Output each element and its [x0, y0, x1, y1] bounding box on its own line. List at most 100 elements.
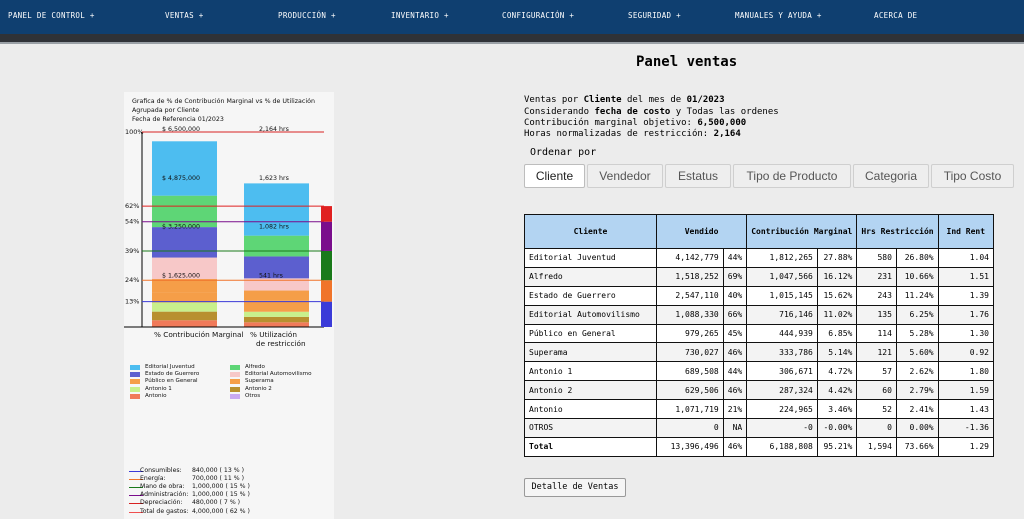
- side-band: [321, 280, 332, 302]
- top-navigation: PANEL DE CONTROL + VENTAS + PRODUCCIÓN +…: [0, 0, 1024, 34]
- legend-swatch: [130, 393, 140, 399]
- cell-ind-rent: 1.43: [937, 399, 995, 420]
- nav-panel-de-control[interactable]: PANEL DE CONTROL +: [8, 11, 95, 20]
- table-row[interactable]: Estado de Guerrero 2,547,110 40% 1,015,145 1…: [524, 285, 995, 306]
- bar1-annotation: $ 4,875,000: [162, 175, 200, 182]
- bar-segment: [244, 316, 309, 323]
- expense-legend-label: Depreciación:: [140, 499, 183, 507]
- header-contribucion-marginal[interactable]: Contribución Marginal: [746, 214, 858, 249]
- bar-segment: [152, 302, 217, 312]
- cell-contribucion: 1,812,265: [746, 248, 818, 268]
- table-row[interactable]: Público en General 979,265 45% 444,939 6.85%…: [524, 323, 995, 344]
- bar-segment: [152, 227, 217, 258]
- tab-cliente[interactable]: Cliente: [524, 164, 585, 188]
- cell-vendido: 689,508: [655, 361, 724, 382]
- header-cliente[interactable]: Cliente: [524, 214, 657, 249]
- legend-label: Otros: [245, 392, 261, 399]
- tab-tipo-de-producto[interactable]: Tipo de Producto: [733, 164, 851, 188]
- category-label: % Contribución Marginal: [154, 330, 243, 339]
- y-tick-label: 62%: [125, 202, 139, 210]
- tab-estatus[interactable]: Estatus: [665, 164, 731, 188]
- bar-segment: [152, 311, 217, 321]
- cell-vendido: 1,071,719: [655, 399, 724, 420]
- table-row[interactable]: Editorial Automovilismo 1,088,330 66% 716,1…: [524, 304, 995, 325]
- table-row[interactable]: Antonio 2 629,506 46% 287,324 4.42% 60 2.79% 1.…: [524, 380, 995, 401]
- cell-contribucion-pct: 3.46%: [816, 399, 858, 420]
- table-row[interactable]: OTROS 0 NA -0 -0.00% 0 0.00% -1.36: [524, 418, 995, 438]
- nav-inventario[interactable]: INVENTARIO +: [391, 11, 449, 20]
- nav-ventas[interactable]: VENTAS +: [165, 11, 204, 20]
- nav-configuracion[interactable]: CONFIGURACIÓN +: [502, 11, 574, 20]
- cell-cliente: Alfredo: [524, 266, 657, 287]
- detalle-de-ventas-button[interactable]: Detalle de Ventas: [524, 478, 626, 497]
- table-row[interactable]: Antonio 1,071,719 21% 224,965 3.46% 52 2.41% 1.…: [524, 399, 995, 420]
- cell-cliente: Editorial Automovilismo: [524, 304, 657, 325]
- cell-contribucion: -0: [746, 418, 818, 438]
- bar-segment: [244, 290, 309, 301]
- cell-hrs-pct: 26.80%: [895, 248, 939, 268]
- cell-hrs-pct: 2.79%: [895, 380, 939, 401]
- tab-tipo-costo[interactable]: Tipo Costo: [931, 164, 1014, 188]
- cell-vendido-pct: 69%: [722, 266, 748, 287]
- table-row[interactable]: Editorial Juventud 4,142,779 44% 1,812,265 2…: [524, 248, 995, 268]
- cell-hrs-pct: 5.60%: [895, 342, 939, 363]
- cell-hrs-pct: 2.62%: [895, 361, 939, 382]
- legend-swatch: [230, 365, 240, 370]
- legend-label: Editorial Juventud: [145, 364, 195, 370]
- nav-acerca-de[interactable]: ACERCA DE: [874, 11, 917, 20]
- cell-contribucion: 1,015,145: [746, 285, 818, 306]
- y-tick-label: 39%: [125, 247, 139, 255]
- tab-vendedor[interactable]: Vendedor: [587, 164, 663, 188]
- header-hrs-restriccion[interactable]: Hrs Restricción: [856, 214, 939, 249]
- bar1-annotation: $ 1,625,000: [162, 272, 200, 279]
- cell-hrs: 243: [856, 285, 897, 306]
- cell-contribucion-pct: 4.42%: [816, 380, 858, 401]
- cell-hrs: 60: [856, 380, 897, 401]
- nav-produccion[interactable]: PRODUCCIÓN +: [278, 11, 336, 20]
- cell-vendido: 0: [655, 418, 724, 438]
- header-vendido[interactable]: Vendido: [655, 214, 748, 249]
- legend-label: Público en General: [145, 378, 198, 385]
- cell-hrs: 121: [856, 342, 897, 363]
- expense-legend-label: Total de gastos:: [140, 507, 189, 515]
- expense-legend-label: Energía:: [140, 475, 166, 483]
- nav-manuales-ayuda[interactable]: MANUALES Y AYUDA +: [735, 11, 822, 20]
- header-ind-rent[interactable]: Ind Rent: [937, 214, 995, 249]
- cell-hrs: 0: [856, 418, 897, 438]
- cell-contribucion: 1,047,566: [746, 266, 818, 287]
- table-header-row: Cliente Vendido Contribución Marginal Hr…: [524, 214, 995, 249]
- cell-vendido: 1,088,330: [655, 304, 724, 325]
- cell-contribucion: 6,188,808: [746, 436, 818, 457]
- cell-contribucion-pct: 4.72%: [816, 361, 858, 382]
- bar2-annotation: 1,623 hrs: [259, 175, 289, 182]
- cell-hrs: 114: [856, 323, 897, 344]
- expense-legend-value: 1,000,000 ( 15 % ): [192, 483, 250, 491]
- cell-vendido-pct: 44%: [722, 248, 748, 268]
- cell-vendido-pct: 46%: [722, 380, 748, 401]
- tab-categoria[interactable]: Categoria: [853, 164, 929, 188]
- header-divider: [0, 34, 1024, 42]
- y-tick-label: 100%: [125, 128, 144, 136]
- cell-ind-rent: 1.76: [937, 304, 995, 325]
- table-row[interactable]: Superama 730,027 46% 333,786 5.14% 121 5.60% 0.…: [524, 342, 995, 363]
- header-underline: [0, 42, 1024, 44]
- cell-contribucion: 224,965: [746, 399, 818, 420]
- cell-hrs-pct: 2.41%: [895, 399, 939, 420]
- category-label: % Utilización: [250, 330, 297, 339]
- legend-swatch: [230, 393, 240, 399]
- expense-legend-label: Administración:: [140, 491, 189, 499]
- cell-vendido-pct: 66%: [722, 304, 748, 325]
- nav-seguridad[interactable]: SEGURIDAD +: [628, 11, 681, 20]
- expense-legend-label: Consumibles:: [140, 467, 182, 474]
- cell-ind-rent: 1.39: [937, 285, 995, 306]
- cell-hrs: 52: [856, 399, 897, 420]
- cell-cliente: Antonio: [524, 399, 657, 420]
- table-row[interactable]: Antonio 1 689,508 44% 306,671 4.72% 57 2.62% 1.…: [524, 361, 995, 382]
- cell-cliente: Total: [524, 436, 657, 457]
- side-band: [321, 206, 332, 222]
- table-row[interactable]: Alfredo 1,518,252 69% 1,047,566 16.12% 231 10.…: [524, 266, 995, 287]
- cell-cliente: Antonio 2: [524, 380, 657, 401]
- table-total-row[interactable]: Total 13,396,496 46% 6,188,808 95.21% 1,594 73…: [524, 436, 995, 457]
- cell-hrs-pct: 73.66%: [895, 436, 939, 457]
- cell-cliente: Estado de Guerrero: [524, 285, 657, 306]
